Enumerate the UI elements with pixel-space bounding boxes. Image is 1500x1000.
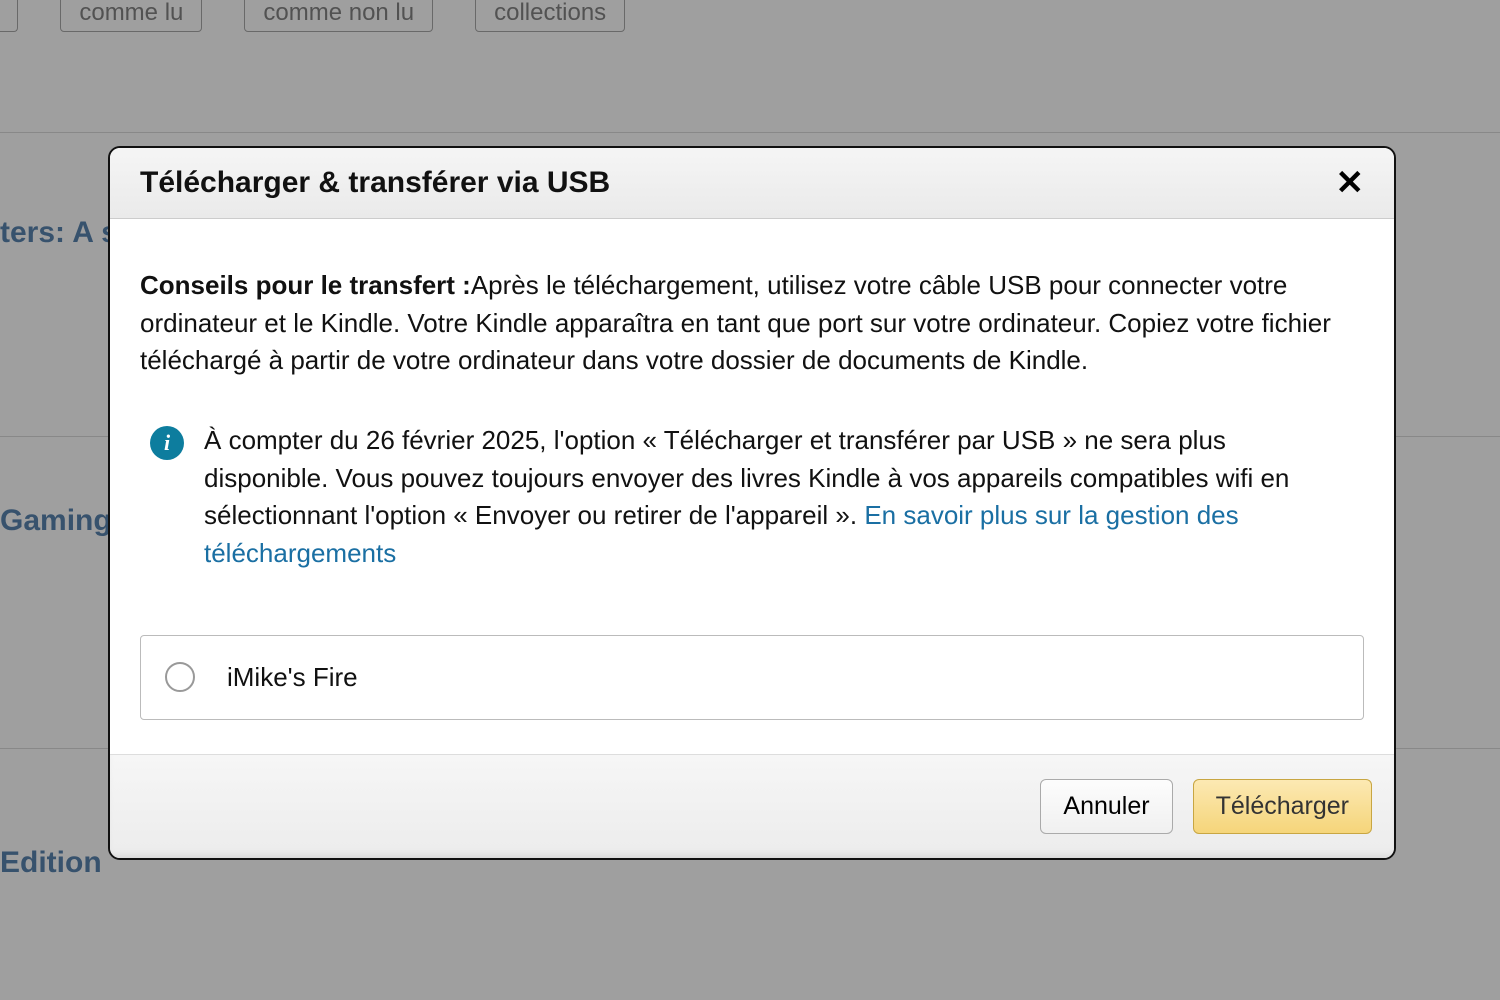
transfer-tips-label: Conseils pour le transfert : — [140, 270, 471, 300]
info-icon: i — [150, 426, 184, 460]
download-button[interactable]: Télécharger — [1193, 779, 1372, 834]
transfer-tips: Conseils pour le transfert :Après le tél… — [140, 267, 1364, 380]
device-option[interactable]: iMike's Fire — [140, 635, 1364, 720]
usb-transfer-modal: Télécharger & transférer via USB ✕ Conse… — [108, 146, 1396, 860]
close-icon[interactable]: ✕ — [1336, 166, 1365, 200]
cancel-button[interactable]: Annuler — [1040, 779, 1172, 834]
modal-title: Télécharger & transférer via USB — [140, 166, 610, 200]
info-banner: i À compter du 26 février 2025, l'option… — [140, 422, 1364, 573]
modal-body: Conseils pour le transfert :Après le tél… — [110, 219, 1394, 754]
device-name-label: iMike's Fire — [227, 662, 358, 693]
device-radio[interactable] — [165, 662, 195, 692]
modal-footer: Annuler Télécharger — [110, 754, 1394, 858]
modal-header: Télécharger & transférer via USB ✕ — [110, 148, 1394, 219]
info-text: À compter du 26 février 2025, l'option «… — [204, 422, 1354, 573]
